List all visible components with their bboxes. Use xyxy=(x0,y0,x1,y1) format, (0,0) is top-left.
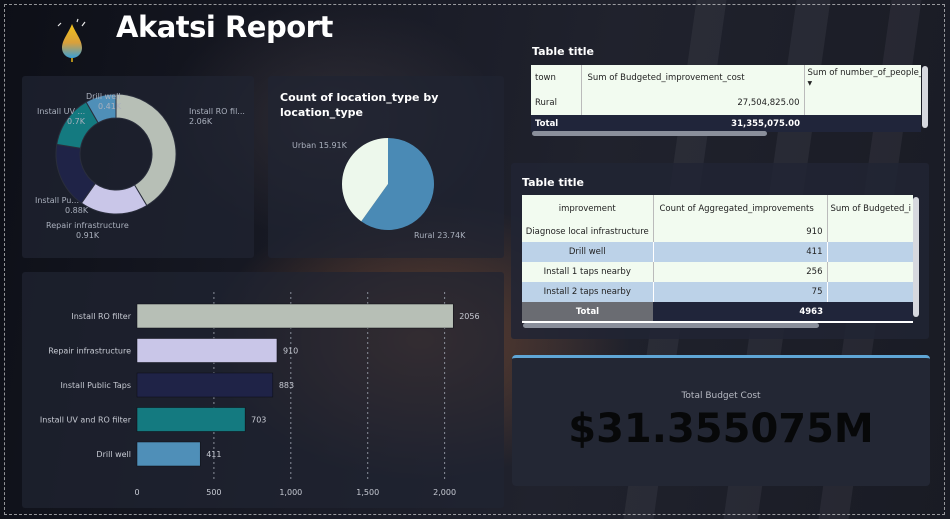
table2-cell: Diagnose local infrastructure xyxy=(525,227,649,237)
table2-cell: 910 xyxy=(652,222,828,242)
x-tick-label: 500 xyxy=(206,488,221,497)
kpi-label: Total Budget Cost xyxy=(681,391,761,401)
pie-slice-label: Urban 15.91K xyxy=(292,141,348,150)
table-row[interactable]: Rural 27,504,825.00 xyxy=(531,91,921,115)
donut-slice-value: 0.41K xyxy=(98,102,122,111)
table2-total-cell xyxy=(827,302,913,321)
table1-total-value: 31,355,075.00 xyxy=(731,119,800,129)
table-row[interactable]: Install 1 taps nearby 256 xyxy=(522,262,913,282)
pie-chart-title: Count of location_type by location_type xyxy=(280,91,439,119)
pie-slice-label: Rural 23.74K xyxy=(414,231,466,240)
donut-slice-value: 0.7K xyxy=(67,117,86,126)
kpi-value: $31.355075M xyxy=(568,406,874,452)
table2-cell: Drill well xyxy=(568,247,606,257)
bar[interactable] xyxy=(136,338,278,363)
bar[interactable] xyxy=(136,372,274,398)
table2-cell: 75 xyxy=(652,282,828,302)
x-tick-label: 2,000 xyxy=(433,488,456,497)
water-drop-logo-icon xyxy=(57,18,86,62)
bar[interactable] xyxy=(136,407,246,432)
page-title: Akatsi Report xyxy=(116,10,333,44)
table2-col-count[interactable]: Count of Aggregated_improvements xyxy=(653,195,828,222)
x-tick-label: 0 xyxy=(134,488,139,497)
table2-vertical-scrollbar[interactable] xyxy=(913,197,919,317)
table1-col-budget[interactable]: Sum of Budgeted_improvement_cost xyxy=(581,65,805,91)
table2-horizontal-scrollbar[interactable] xyxy=(523,323,819,328)
donut-slice-value: 0.88K xyxy=(65,206,89,215)
bar-data-label: 910 xyxy=(283,347,298,356)
table1-total-label: Total xyxy=(535,119,559,129)
table1-vertical-scrollbar[interactable] xyxy=(922,66,928,128)
total-budget-card[interactable]: Total Budget Cost $31.355075M xyxy=(512,355,930,486)
table1-horizontal-scrollbar[interactable] xyxy=(532,131,767,136)
bar-data-label: 411 xyxy=(206,450,221,459)
table2-cell: Install 1 taps nearby xyxy=(543,267,631,277)
table2-col-improvement[interactable]: improvement xyxy=(522,195,654,222)
donut-slice-value: 0.91K xyxy=(76,231,100,240)
donut-slice-value: 2.06K xyxy=(189,117,213,126)
table2-cell xyxy=(827,262,913,282)
table1-cell: 27,504,825.00 xyxy=(580,91,805,115)
y-tick-label: Install UV and RO filter xyxy=(40,416,132,425)
table2-cell xyxy=(827,242,913,262)
table-total-row: Total 31,355,075.00 xyxy=(531,115,921,132)
table1-total-cell xyxy=(804,115,921,132)
table-row[interactable]: Diagnose local infrastructure 910 xyxy=(522,222,913,242)
donut-slice-label: Repair infrastructure xyxy=(46,221,129,230)
table1-col-people-label: Sum of number_of_people_ xyxy=(807,68,922,78)
y-tick-label: Drill well xyxy=(96,450,131,459)
table1-cell xyxy=(804,91,921,115)
table2-cell: 256 xyxy=(652,262,828,282)
y-tick-label: Install RO filter xyxy=(71,312,131,321)
bar-data-label: 883 xyxy=(279,381,294,390)
table2-col-budget[interactable]: Sum of Budgeted_i xyxy=(827,195,913,222)
donut-slice-label: Drill well xyxy=(86,92,121,101)
table-total-row: Total 4963 xyxy=(522,302,913,321)
table-row[interactable]: Install 2 taps nearby 75 xyxy=(522,282,913,302)
x-tick-label: 1,000 xyxy=(279,488,302,497)
bar-chart-panel[interactable]: 0 500 1,000 1,500 2,000 Install RO filter 2056… xyxy=(22,272,504,508)
table1-col-people[interactable]: Sum of number_of_people_ ▼ xyxy=(804,65,922,91)
table2-cell: 411 xyxy=(652,242,828,262)
table2-cell xyxy=(827,222,913,242)
table2-title: Table title xyxy=(522,176,584,189)
bar[interactable] xyxy=(136,441,201,467)
bar-chart[interactable]: 0 500 1,000 1,500 2,000 Install RO filter 2056… xyxy=(22,272,504,508)
donut-slice-label: Install Pu... xyxy=(35,196,79,205)
table1[interactable]: town Sum of Budgeted_improvement_cost Su… xyxy=(531,65,921,132)
y-tick-label: Repair infrastructure xyxy=(48,347,131,356)
donut-slice-label: Install UV ... xyxy=(37,107,85,116)
table2-total-label: Total xyxy=(522,302,653,321)
sort-down-icon[interactable]: ▼ xyxy=(808,80,813,87)
table1-title: Table title xyxy=(532,45,594,58)
table2[interactable]: improvement Count of Aggregated_improvem… xyxy=(522,195,913,323)
x-tick-label: 1,500 xyxy=(356,488,379,497)
donut-chart-panel[interactable]: Install RO fil... 2.06K Repair infrastruct… xyxy=(22,76,254,258)
table1-col-town[interactable]: town xyxy=(531,65,582,91)
bar-data-label: 703 xyxy=(251,416,266,425)
bar[interactable] xyxy=(136,303,454,329)
table2-cell xyxy=(827,282,913,302)
donut-chart[interactable]: Install RO fil...2.06K Repair infrastruct… xyxy=(22,76,254,258)
table1-cell: Rural xyxy=(535,98,557,108)
pie-chart-panel[interactable]: Count of location_type by location_type … xyxy=(268,76,504,258)
table2-cell: Install 2 taps nearby xyxy=(543,287,631,297)
table2-total-value: 4963 xyxy=(653,302,827,321)
bar-data-label: 2056 xyxy=(459,312,479,321)
y-tick-label: Install Public Taps xyxy=(60,381,131,390)
donut-slice-label: Install RO fil... xyxy=(189,107,245,116)
table-row[interactable]: Drill well 411 xyxy=(522,242,913,262)
